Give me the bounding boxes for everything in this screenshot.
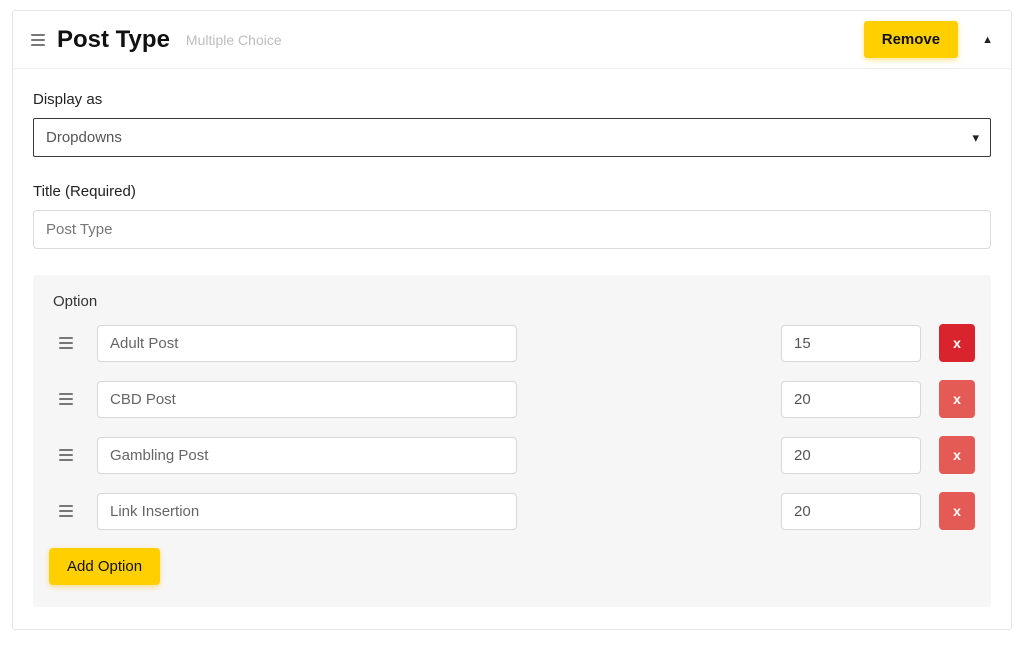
panel-body: Display as Dropdowns Title (Required) Op… (13, 69, 1011, 629)
option-value-input[interactable] (781, 325, 921, 362)
option-value-input[interactable] (781, 381, 921, 418)
option-delete-button[interactable]: x (939, 324, 975, 362)
panel-header: Post Type Multiple Choice Remove ▲ (13, 11, 1011, 69)
option-delete-button[interactable]: x (939, 436, 975, 474)
option-row: x (49, 380, 975, 418)
collapse-toggle-icon[interactable]: ▲ (982, 34, 993, 46)
option-label-input[interactable] (97, 325, 517, 362)
title-label: Title (Required) (33, 183, 991, 200)
option-row: x (49, 324, 975, 362)
option-delete-button[interactable]: x (939, 380, 975, 418)
add-option-button[interactable]: Add Option (49, 548, 160, 585)
panel-subtitle: Multiple Choice (186, 32, 282, 48)
display-as-select[interactable]: Dropdowns (33, 118, 991, 157)
option-drag-handle[interactable] (53, 449, 79, 461)
display-as-label: Display as (33, 91, 991, 108)
option-value-input[interactable] (781, 493, 921, 530)
option-value-input[interactable] (781, 437, 921, 474)
option-drag-handle[interactable] (53, 393, 79, 405)
option-row: x (49, 492, 975, 530)
remove-button[interactable]: Remove (864, 21, 958, 58)
option-drag-handle[interactable] (53, 505, 79, 517)
option-row: x (49, 436, 975, 474)
option-label-input[interactable] (97, 381, 517, 418)
option-label-input[interactable] (97, 493, 517, 530)
title-input[interactable] (33, 210, 991, 249)
option-label-input[interactable] (97, 437, 517, 474)
drag-handle-icon[interactable] (31, 34, 45, 46)
option-drag-handle[interactable] (53, 337, 79, 349)
panel-title: Post Type (57, 26, 170, 54)
options-block: Option x x x (33, 275, 991, 607)
field-panel: Post Type Multiple Choice Remove ▲ Displ… (12, 10, 1012, 630)
options-header: Option (49, 293, 975, 324)
option-delete-button[interactable]: x (939, 492, 975, 530)
